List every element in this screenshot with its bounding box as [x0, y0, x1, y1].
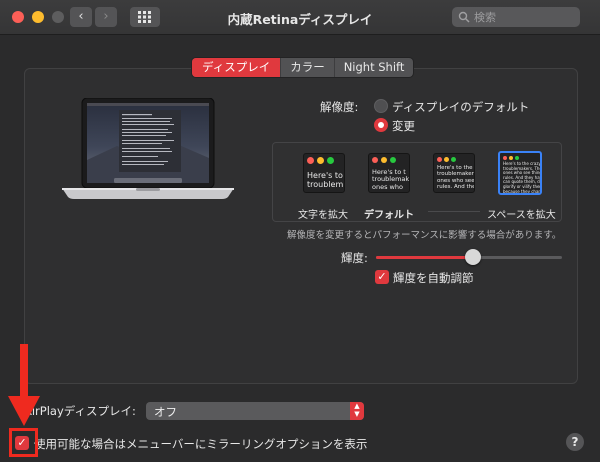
chevron-left-icon: ‹ [78, 9, 84, 24]
title-bar: ‹ › 内蔵Retinaディスプレイ [0, 0, 600, 35]
scale-preview-text: Here's to t troublemakers ones who [372, 168, 409, 191]
scale-options-box: Here's to troublem 文字を拡大 Here's to t tro… [272, 142, 562, 222]
resolution-label: 解像度: [320, 100, 359, 114]
search-icon [458, 11, 470, 23]
scale-option-more-space[interactable]: Here's to the crazy one troublemakers. T… [498, 151, 542, 195]
zoom-button[interactable] [52, 11, 64, 23]
airplay-display-select[interactable]: オフ ▲ ▼ [146, 402, 364, 420]
back-button[interactable]: ‹ [70, 7, 92, 27]
radio-scaled-resolution[interactable] [374, 118, 388, 132]
window-controls-icon [437, 157, 456, 162]
mirroring-options-label[interactable]: 使用可能な場合はメニューバーにミラーリングオプションを表示 [34, 436, 367, 452]
updown-chevron-icon: ▲ ▼ [350, 402, 364, 420]
scale-option-default[interactable]: Here's to t troublemakers ones who [368, 153, 410, 193]
scale-option-more-space-mid[interactable]: Here's to the troublemakers ones who see… [433, 153, 475, 193]
window-controls-icon [372, 157, 396, 163]
checkmark-icon: ✓ [377, 270, 387, 283]
search-field[interactable] [452, 7, 580, 27]
scale-preview-text: Here's to the troublemakers ones who see… [437, 165, 475, 190]
scale-label-more-space: スペースを拡大 [487, 210, 556, 221]
resolution-note: 解像度を変更するとパフォーマンスに影響する場合があります。 [287, 230, 562, 241]
window-title: 内蔵Retinaディスプレイ [227, 12, 373, 27]
scale-preview-text: Here's to troublem [307, 171, 344, 190]
annotation-arrow-icon [8, 344, 40, 426]
scale-divider [428, 211, 480, 212]
airplay-select-value: オフ [154, 405, 177, 419]
window-controls-icon [307, 157, 334, 164]
tab-bar: ディスプレイ カラー Night Shift [192, 58, 414, 77]
minimize-button[interactable] [32, 11, 44, 23]
scale-preview-text: Here's to the crazy one troublemakers. T… [503, 161, 542, 194]
airplay-display-label: AirPlayディスプレイ: [24, 404, 136, 418]
brightness-label: 輝度: [341, 251, 368, 265]
search-input[interactable] [472, 8, 576, 27]
show-all-button[interactable] [130, 7, 160, 27]
chevron-right-icon: › [103, 9, 109, 24]
tab-night-shift[interactable]: Night Shift [333, 58, 414, 77]
grid-icon [138, 11, 151, 23]
forward-button[interactable]: › [95, 7, 117, 27]
radio-default-resolution[interactable] [374, 99, 388, 113]
macbook-illustration [62, 98, 234, 199]
close-button[interactable] [12, 11, 24, 23]
brightness-slider-fill [376, 256, 473, 259]
scale-option-larger-text[interactable]: Here's to troublem [303, 153, 345, 193]
scale-label-default: デフォルト [364, 210, 414, 221]
radio-scaled-label[interactable]: 変更 [392, 118, 415, 134]
scale-label-larger-text: 文字を拡大 [298, 210, 348, 221]
radio-default-label[interactable]: ディスプレイのデフォルト [392, 99, 529, 115]
help-button[interactable]: ? [566, 433, 584, 451]
tab-color[interactable]: カラー [280, 58, 334, 77]
auto-brightness-checkbox[interactable]: ✓ [375, 270, 389, 284]
tab-display[interactable]: ディスプレイ [192, 58, 281, 77]
annotation-highlight-box [9, 428, 38, 457]
auto-brightness-label[interactable]: 輝度を自動調節 [393, 270, 474, 286]
window-controls-icon [503, 156, 519, 160]
brightness-slider-knob[interactable] [464, 249, 481, 265]
